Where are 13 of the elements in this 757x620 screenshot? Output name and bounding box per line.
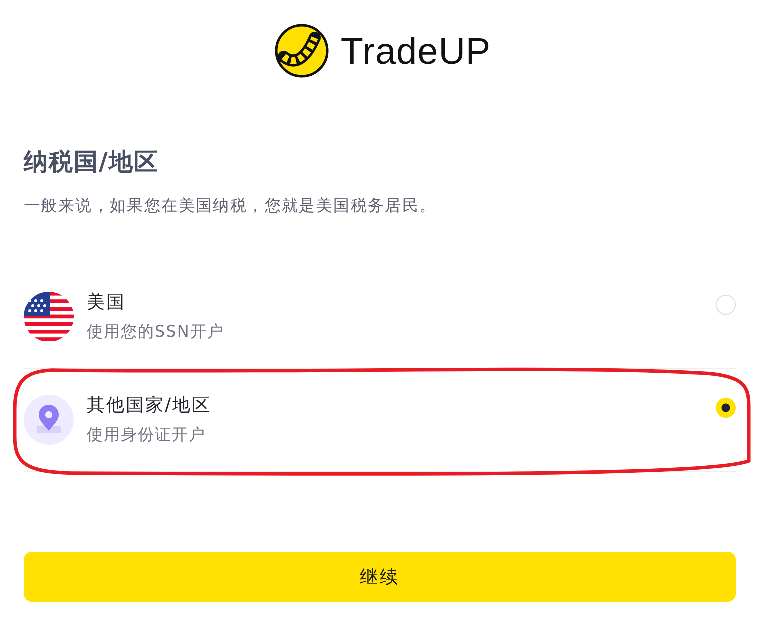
option-title: 美国: [87, 291, 126, 315]
continue-button[interactable]: 继续: [24, 552, 736, 602]
option-title: 其他国家/地区: [87, 394, 212, 418]
option-subtitle: 使用身份证开户: [87, 424, 206, 446]
flag-icon: [24, 292, 74, 342]
logo-icon: [274, 24, 329, 78]
location-pin-icon: [24, 395, 74, 445]
radio-button[interactable]: [716, 398, 736, 418]
section-title: 纳税国/地区: [24, 148, 159, 176]
description-text: 一般来说，如果您在美国纳税，您就是美国税务居民。: [24, 196, 437, 216]
radio-button[interactable]: [716, 295, 736, 315]
brand-name: TradeUP: [340, 32, 492, 70]
option-subtitle: 使用您的SSN开户: [87, 321, 224, 343]
